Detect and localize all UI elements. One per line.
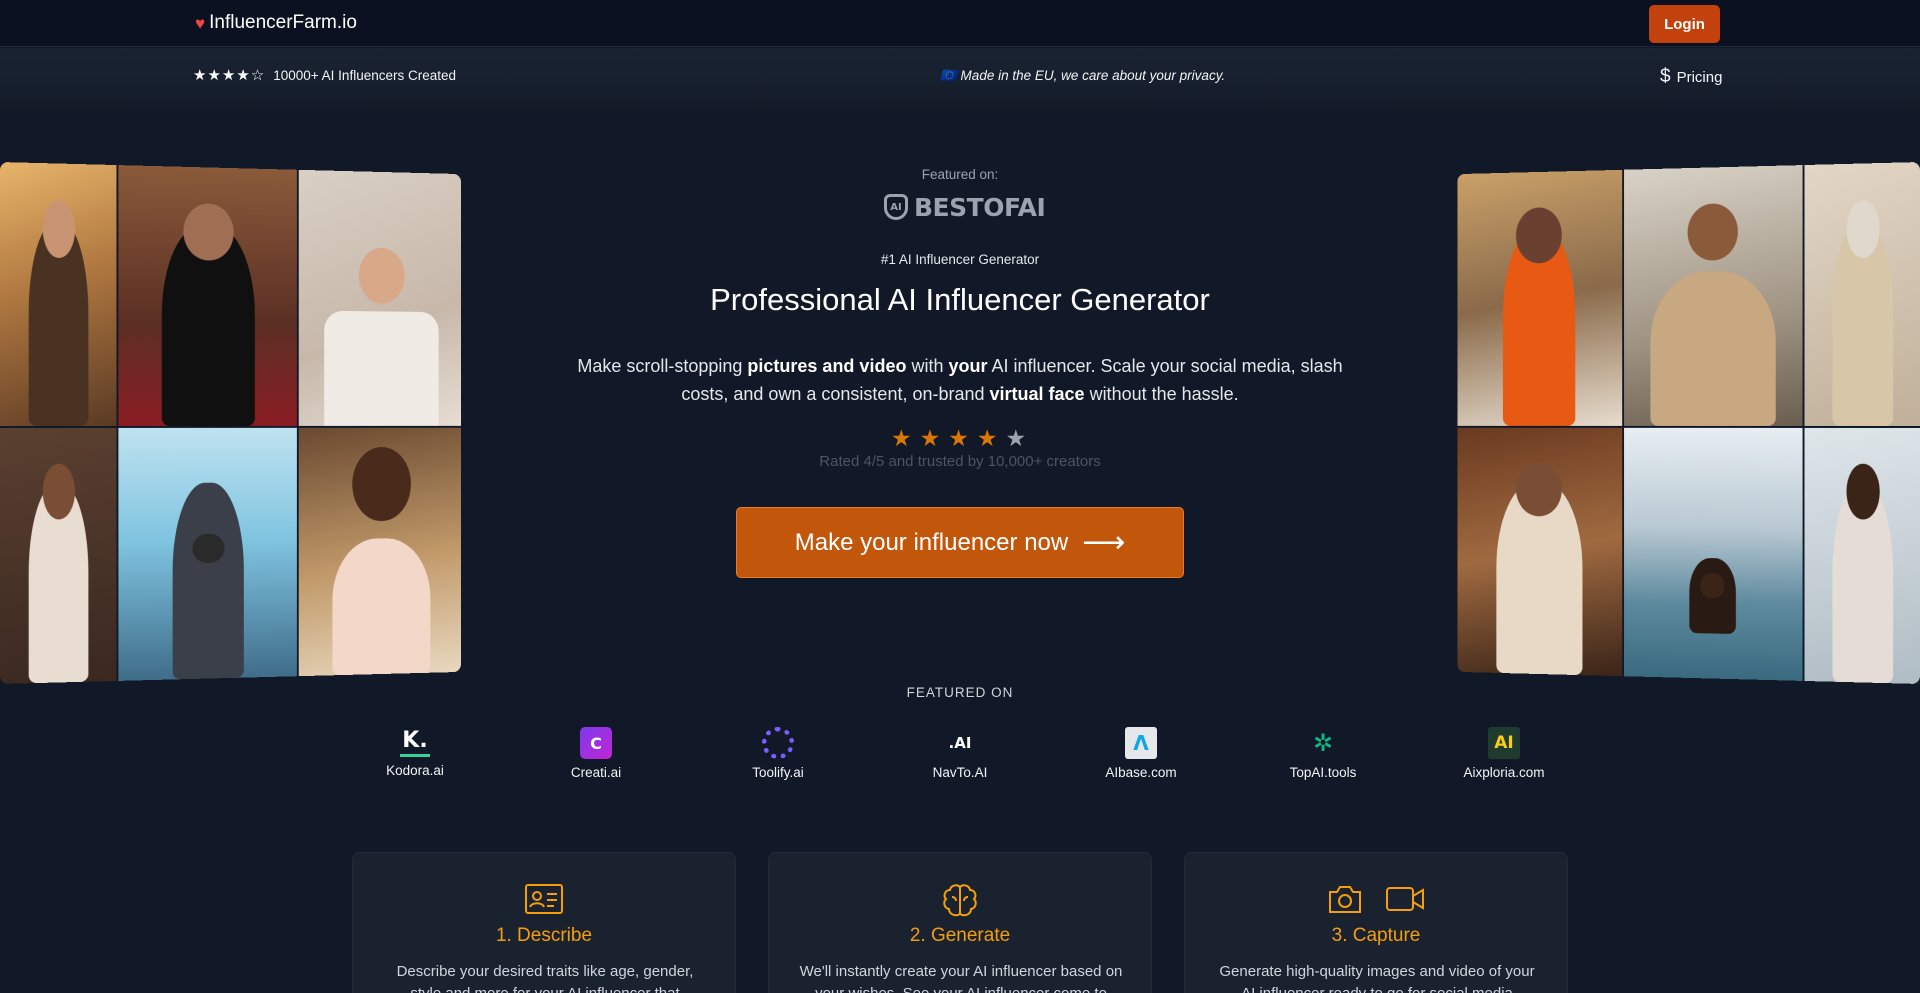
featured-logo-toolify[interactable]: Toolify.ai [718,727,838,780]
featured-logo-aibase[interactable]: Λ AIbase.com [1081,727,1201,780]
aixploria-icon: AI [1488,727,1520,759]
pricing-link[interactable]: $ Pricing [1660,66,1722,88]
desc-text: with [906,356,948,376]
creations-rating: ★★★★☆ 10000+ AI Influencers Created [193,66,456,84]
step-description: Describe your desired traits like age, g… [383,961,707,993]
step-title: 3. Capture [1185,925,1567,947]
step-card-capture: 3. Capture Generate high-quality images … [1184,852,1568,993]
rating-stars: ★ ★ ★ ★ ★ [891,425,1026,451]
bestofai-badge[interactable]: AI BESTOFAI [884,192,1045,222]
hero-tagline: #1 AI Influencer Generator [0,252,1920,267]
featured-logo-name: Toolify.ai [752,765,804,780]
star-filled-icon: ★ [977,425,998,451]
video-camera-icon [1385,883,1425,915]
privacy-note: 🇪🇺 Made in the EU, we care about your pr… [940,68,1225,84]
step-card-generate: 2. Generate We'll instantly create your … [768,852,1152,993]
featured-logo-name: Aixploria.com [1463,765,1544,780]
bestofai-wordmark: BESTOFAI [914,193,1045,222]
step-title: 2. Generate [769,925,1151,947]
info-bar: ★★★★☆ 10000+ AI Influencers Created 🇪🇺 M… [0,48,1920,108]
featured-logo-topai[interactable]: ✲ TopAI.tools [1263,727,1383,780]
step-title: 1. Describe [353,925,735,947]
featured-logo-navto[interactable]: .AI NavTo.AI [900,727,1020,780]
aibase-icon: Λ [1125,727,1157,759]
pricing-label: Pricing [1677,69,1723,86]
featured-logo-name: Creati.ai [571,765,621,780]
featured-logo-name: TopAI.tools [1290,765,1357,780]
id-card-icon [524,883,564,915]
cta-label: Make your influencer now [795,529,1068,557]
bestofai-icon: AI [884,194,908,220]
login-button[interactable]: Login [1649,5,1720,43]
make-influencer-button[interactable]: Make your influencer now ⟶ [736,507,1184,578]
featured-logo-aixploria[interactable]: AI Aixploria.com [1444,727,1564,780]
desc-emphasis: virtual face [990,384,1085,404]
arrow-right-icon: ⟶ [1082,528,1125,558]
featured-logo-creati[interactable]: C Creati.ai [536,727,656,780]
featured-logo-name: NavTo.AI [933,765,988,780]
star-filled-icon: ★ [948,425,969,451]
brand-name: InfluencerFarm.io [209,12,357,34]
brand-logo[interactable]: ♥ InfluencerFarm.io [195,12,357,34]
topai-icon: ✲ [1307,727,1339,759]
star-filled-icon: ★ [920,425,941,451]
desc-text: Make scroll-stopping [577,356,747,376]
featured-logo-name: AIbase.com [1105,765,1176,780]
showcase-grid-right [1457,162,1920,684]
step-card-describe: 1. Describe Describe your desired traits… [352,852,736,993]
creations-count: 10000+ AI Influencers Created [273,68,456,83]
featured-on-label: Featured on: [0,167,1920,182]
toolify-icon [762,727,794,759]
step-description: Generate high-quality images and video o… [1215,961,1539,993]
brain-icon [940,883,980,921]
star-empty-icon: ★ [1006,425,1027,451]
rating-stars-icon: ★★★★☆ [193,66,265,84]
heart-icon: ♥ [195,15,205,32]
creati-icon: C [580,727,612,759]
hero-title: Professional AI Influencer Generator [0,282,1920,318]
featured-heading: FEATURED ON [0,685,1920,700]
desc-emphasis: your [948,356,987,376]
hero-description: Make scroll-stopping pictures and video … [555,352,1365,408]
desc-text: without the hassle. [1085,384,1239,404]
top-navbar: ♥ InfluencerFarm.io Login [0,0,1920,47]
desc-emphasis: pictures and video [747,356,906,376]
featured-logo-kodora[interactable]: K. Kodora.ai [355,727,475,778]
rating-text: Rated 4/5 and trusted by 10,000+ creator… [0,453,1920,470]
navto-icon: .AI [944,727,976,759]
camera-icon [1327,883,1363,915]
star-filled-icon: ★ [891,425,912,451]
step-description: We'll instantly create your AI influence… [799,961,1123,993]
featured-logo-name: Kodora.ai [386,763,444,778]
kodora-icon: K. [400,727,430,757]
showcase-grid-left [0,162,461,684]
dollar-icon: $ [1660,66,1671,88]
